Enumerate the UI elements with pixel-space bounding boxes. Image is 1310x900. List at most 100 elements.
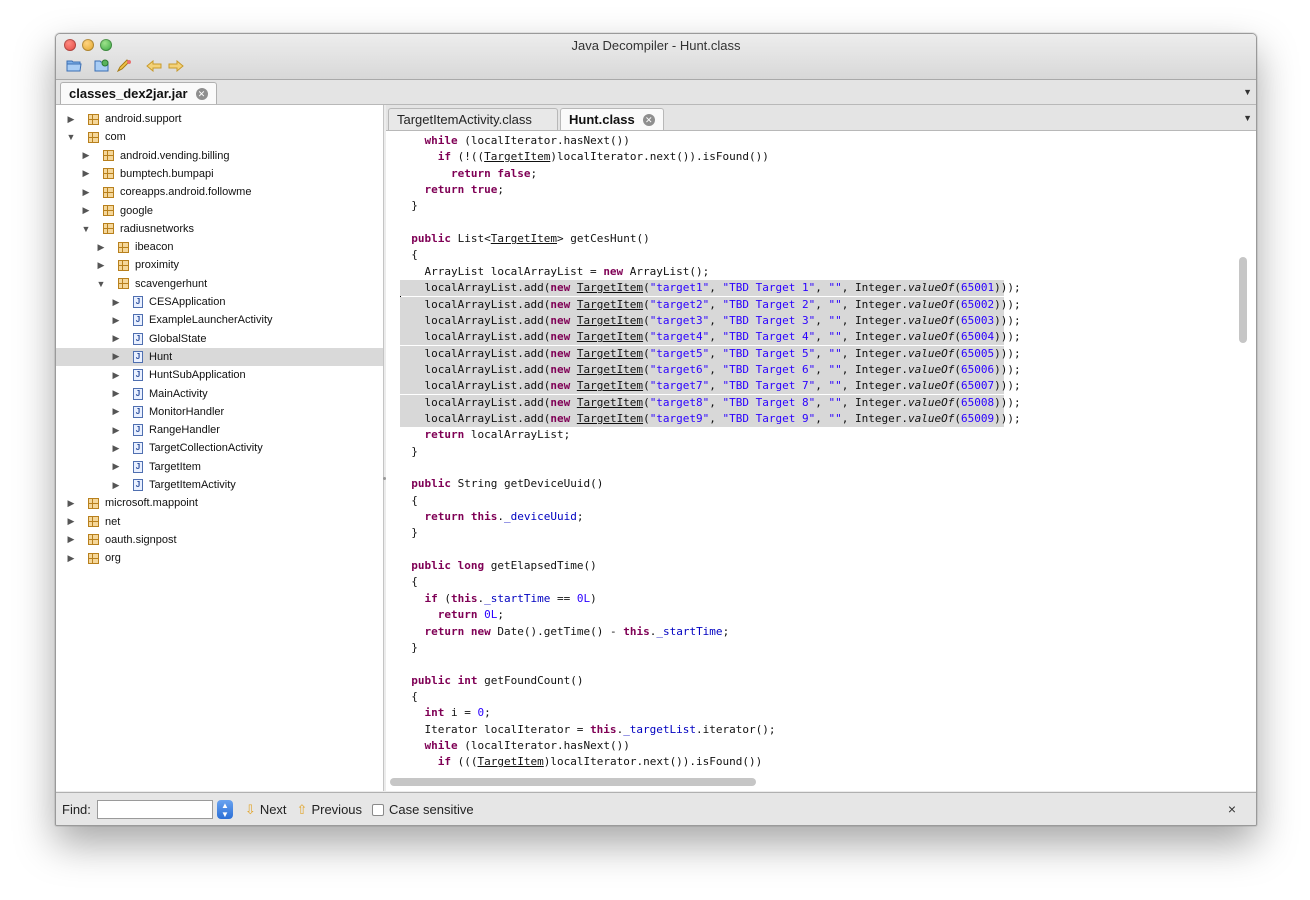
- tree-row[interactable]: ▶ android.support: [56, 110, 383, 128]
- close-jar-tab-icon[interactable]: ✕: [195, 87, 208, 100]
- code-line[interactable]: Iterator localIterator = this._targetLis…: [398, 722, 775, 738]
- tree-row[interactable]: ▼ com: [56, 128, 383, 146]
- tree-row[interactable]: ▶ coreapps.android.followme: [56, 183, 383, 201]
- code-line[interactable]: return false;: [398, 166, 537, 182]
- code-line[interactable]: localArrayList.add(new TargetItem("targe…: [398, 297, 1020, 313]
- back-icon[interactable]: [144, 57, 164, 74]
- code-line[interactable]: localArrayList.add(new TargetItem("targe…: [398, 280, 1020, 296]
- code-line[interactable]: }: [398, 640, 418, 656]
- collapsed-arrow-icon[interactable]: ▶: [111, 388, 121, 399]
- tree-row[interactable]: ▶ ibeacon: [56, 238, 383, 256]
- code-line[interactable]: localArrayList.add(new TargetItem("targe…: [398, 362, 1020, 378]
- tree-row[interactable]: ▶ J ExampleLauncherActivity: [56, 311, 383, 329]
- code-line[interactable]: if (((TargetItem)localIterator.next()).i…: [398, 754, 763, 770]
- expanded-arrow-icon[interactable]: ▼: [81, 224, 91, 234]
- close-find-bar-icon[interactable]: ×: [1228, 801, 1236, 817]
- code-line[interactable]: {: [398, 689, 418, 705]
- code-line[interactable]: }: [398, 198, 418, 214]
- collapsed-arrow-icon[interactable]: ▶: [111, 370, 121, 381]
- tree-row[interactable]: ▶ bumptech.bumpapi: [56, 165, 383, 183]
- code-line[interactable]: if (this._startTime == 0L): [398, 591, 597, 607]
- collapsed-arrow-icon[interactable]: ▶: [111, 480, 121, 491]
- tree-row[interactable]: ▶ J TargetCollectionActivity: [56, 439, 383, 457]
- code-line[interactable]: ArrayList localArrayList = new ArrayList…: [398, 264, 709, 280]
- horizontal-scrollbar[interactable]: [386, 777, 1238, 787]
- source-code-view[interactable]: while (localIterator.hasNext()) if (!((T…: [386, 131, 1238, 776]
- tree-row[interactable]: ▶ google: [56, 202, 383, 220]
- forward-icon[interactable]: [166, 57, 186, 74]
- code-line[interactable]: localArrayList.add(new TargetItem("targe…: [398, 395, 1020, 411]
- code-line[interactable]: return this._deviceUuid;: [398, 509, 584, 525]
- collapsed-arrow-icon[interactable]: ▶: [81, 187, 91, 198]
- close-tab-icon[interactable]: ✕: [642, 113, 655, 126]
- code-line[interactable]: }: [398, 525, 418, 541]
- tree-row[interactable]: ▶ org: [56, 549, 383, 567]
- tree-row[interactable]: ▶ microsoft.mappoint: [56, 494, 383, 512]
- open-file-icon[interactable]: [64, 57, 84, 74]
- tree-row[interactable]: ▶ J TargetItemActivity: [56, 476, 383, 494]
- expanded-arrow-icon[interactable]: ▼: [96, 279, 106, 289]
- code-line[interactable]: localArrayList.add(new TargetItem("targe…: [398, 346, 1020, 362]
- collapsed-arrow-icon[interactable]: ▶: [111, 425, 121, 436]
- code-line[interactable]: public List<TargetItem> getCesHunt(): [398, 231, 649, 247]
- tree-row[interactable]: ▶ proximity: [56, 256, 383, 274]
- code-line[interactable]: }: [398, 444, 418, 460]
- code-line[interactable]: localArrayList.add(new TargetItem("targe…: [398, 329, 1020, 345]
- code-line[interactable]: return localArrayList;: [398, 427, 571, 443]
- vertical-scrollbar[interactable]: [1238, 131, 1248, 776]
- tree-row[interactable]: ▶ oauth.signpost: [56, 531, 383, 549]
- code-line[interactable]: return new Date().getTime() - this._star…: [398, 624, 730, 640]
- code-line[interactable]: localArrayList.add(new TargetItem("targe…: [398, 378, 1020, 394]
- editor-tab-menu-icon[interactable]: ▼: [1243, 113, 1252, 123]
- code-line[interactable]: public long getElapsedTime(): [398, 558, 596, 574]
- collapsed-arrow-icon[interactable]: ▶: [111, 315, 121, 326]
- tab-list-menu-icon[interactable]: ▼: [1243, 87, 1252, 97]
- edit-icon[interactable]: [114, 57, 134, 74]
- collapsed-arrow-icon[interactable]: ▶: [111, 333, 121, 344]
- code-line[interactable]: while (localIterator.hasNext()): [398, 738, 630, 754]
- tab-targetitemactivity-class[interactable]: TargetItemActivity.class: [388, 108, 558, 130]
- collapsed-arrow-icon[interactable]: ▶: [96, 242, 106, 253]
- tree-row[interactable]: ▼ radiusnetworks: [56, 220, 383, 238]
- code-line[interactable]: public String getDeviceUuid(): [398, 476, 603, 492]
- find-input[interactable]: [96, 800, 213, 819]
- code-line[interactable]: return true;: [398, 182, 505, 198]
- find-next-button[interactable]: ⇩ Next: [245, 802, 287, 818]
- collapsed-arrow-icon[interactable]: ▶: [96, 260, 106, 271]
- collapsed-arrow-icon[interactable]: ▶: [111, 443, 121, 454]
- collapsed-arrow-icon[interactable]: ▶: [66, 534, 76, 545]
- tree-row[interactable]: ▶ J MainActivity: [56, 385, 383, 403]
- code-line[interactable]: while (localIterator.hasNext()): [398, 133, 630, 149]
- find-options-stepper[interactable]: ▲ ▼: [216, 800, 233, 819]
- code-line[interactable]: int i = 0;: [398, 705, 491, 721]
- find-previous-button[interactable]: ⇧ Previous: [297, 802, 362, 818]
- code-line[interactable]: {: [398, 493, 418, 509]
- collapsed-arrow-icon[interactable]: ▶: [81, 168, 91, 179]
- collapsed-arrow-icon[interactable]: ▶: [111, 406, 121, 417]
- collapsed-arrow-icon[interactable]: ▶: [81, 205, 91, 216]
- open-folder-icon[interactable]: [92, 57, 112, 74]
- code-line[interactable]: localArrayList.add(new TargetItem("targe…: [398, 411, 1020, 427]
- jar-tab[interactable]: classes_dex2jar.jar ✕: [60, 82, 217, 104]
- tab-hunt-class[interactable]: Hunt.class ✕: [560, 108, 664, 130]
- collapsed-arrow-icon[interactable]: ▶: [66, 498, 76, 509]
- vertical-scroll-thumb[interactable]: [1239, 257, 1247, 343]
- tree-row[interactable]: ▶ J MonitorHandler: [56, 403, 383, 421]
- tree-row[interactable]: ▶ net: [56, 513, 383, 531]
- code-line[interactable]: localArrayList.add(new TargetItem("targe…: [398, 313, 1020, 329]
- code-line[interactable]: {: [398, 574, 418, 590]
- case-sensitive-label[interactable]: Case sensitive: [389, 802, 474, 817]
- collapsed-arrow-icon[interactable]: ▶: [111, 297, 121, 308]
- tree-row[interactable]: ▼ scavengerhunt: [56, 275, 383, 293]
- collapsed-arrow-icon[interactable]: ▶: [111, 461, 121, 472]
- code-line[interactable]: return 0L;: [398, 607, 504, 623]
- expanded-arrow-icon[interactable]: ▼: [66, 132, 76, 142]
- tree-row[interactable]: ▶ J CESApplication: [56, 293, 383, 311]
- tree-row[interactable]: ▶ J GlobalState: [56, 330, 383, 348]
- collapsed-arrow-icon[interactable]: ▶: [81, 150, 91, 161]
- case-sensitive-checkbox[interactable]: [372, 803, 385, 816]
- tree-row[interactable]: ▶ J RangeHandler: [56, 421, 383, 439]
- collapsed-arrow-icon[interactable]: ▶: [66, 516, 76, 527]
- collapsed-arrow-icon[interactable]: ▶: [66, 114, 76, 125]
- code-line[interactable]: if (!((TargetItem)localIterator.next()).…: [398, 149, 769, 165]
